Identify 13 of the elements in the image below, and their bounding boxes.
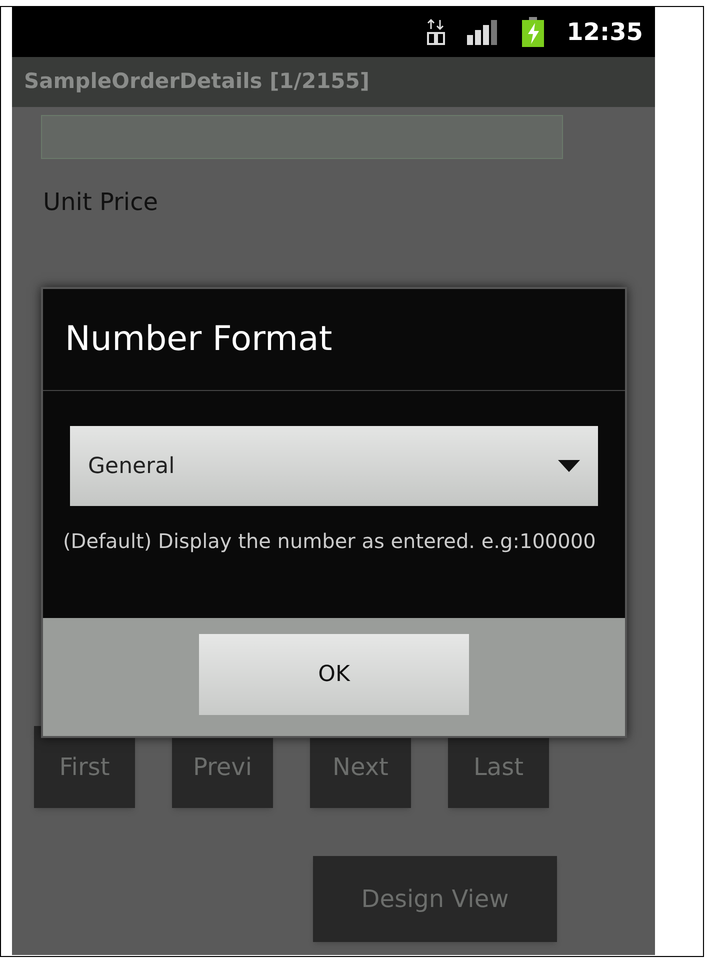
data-arrows-icon	[426, 19, 445, 45]
dialog-title: Number Format	[65, 318, 332, 361]
format-dropdown[interactable]: General	[70, 426, 598, 506]
ok-button[interactable]: OK	[199, 634, 469, 714]
format-description: (Default) Display the number as entered. e.g:100000	[63, 528, 597, 554]
signal-icon	[466, 19, 499, 45]
dropdown-caret-icon	[558, 460, 580, 472]
clock-time: 12:35	[566, 17, 643, 48]
design-view-button[interactable]: Design View	[313, 856, 557, 942]
battery-charging-icon	[520, 17, 545, 47]
text-input-field[interactable]	[41, 115, 563, 159]
field-label: Unit Price	[43, 187, 160, 218]
app-title: SampleOrderDetails [1/2155]	[24, 68, 370, 96]
